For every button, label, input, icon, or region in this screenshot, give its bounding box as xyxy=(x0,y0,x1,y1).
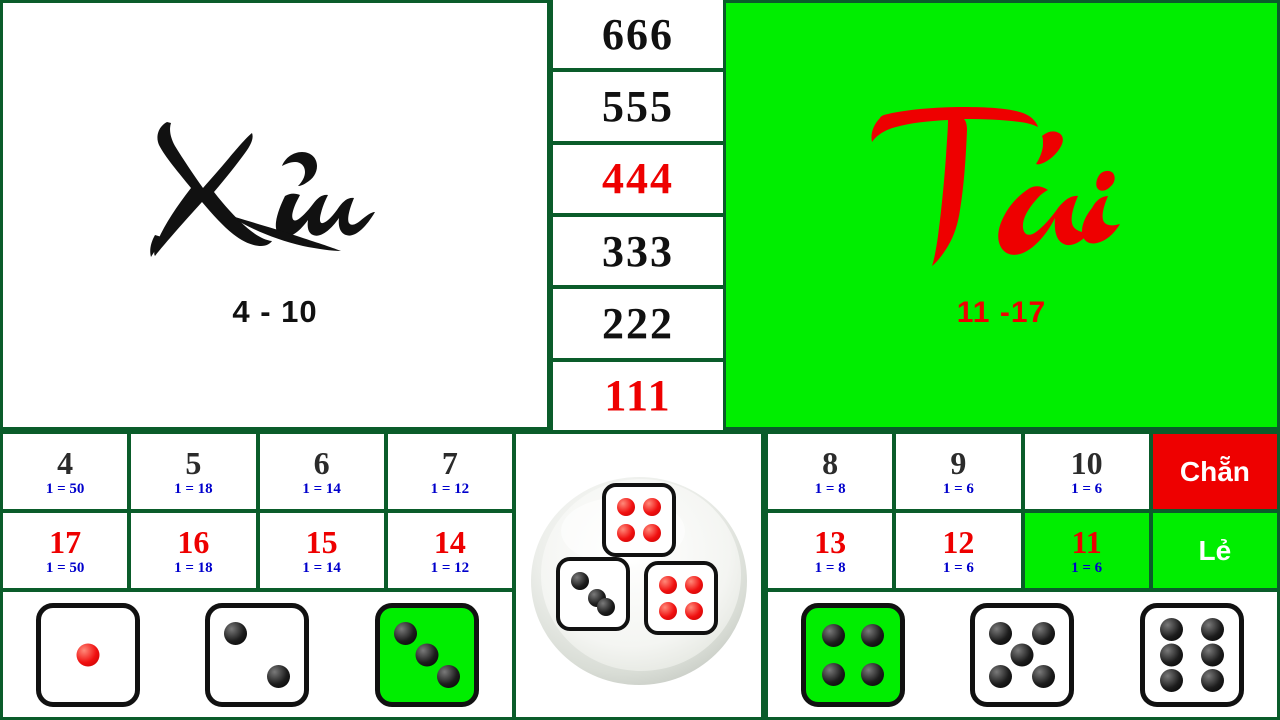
bet-number: 15 xyxy=(305,523,338,560)
bet-number: 5 xyxy=(185,444,202,481)
bet-number: 14 xyxy=(433,523,466,560)
triple-222[interactable]: 222 xyxy=(553,289,723,358)
bet-cell-even[interactable]: Chẵn xyxy=(1152,434,1277,509)
bet-odds: 1 = 50 xyxy=(45,480,85,497)
bet-odds: 1 = 8 xyxy=(814,559,846,576)
xiu-range-label: 4 - 10 xyxy=(232,294,318,329)
xiu-panel[interactable]: 4 - 10 xyxy=(3,3,547,427)
pip xyxy=(267,664,291,688)
bet-number: 6 xyxy=(313,444,330,481)
bet-cell-5[interactable]: 5 1 = 18 xyxy=(131,434,256,509)
bet-odds: 1 = 14 xyxy=(302,559,341,576)
bet-number: 13 xyxy=(814,523,847,560)
bet-cell-6[interactable]: 6 1 = 14 xyxy=(259,434,384,509)
bet-cell-13[interactable]: 13 1 = 8 xyxy=(768,513,893,588)
bet-number: 11 xyxy=(1071,523,1102,560)
dice-face-4[interactable] xyxy=(800,602,905,707)
bet-number: 16 xyxy=(177,523,210,560)
pip xyxy=(1201,617,1225,641)
bet-cell-7[interactable]: 7 1 = 12 xyxy=(387,434,512,509)
dice-face-2[interactable] xyxy=(205,602,310,707)
pip xyxy=(415,643,439,666)
bet-odds: 1 = 18 xyxy=(174,480,213,497)
dice-face-6[interactable] xyxy=(1140,602,1245,707)
bet-cell-8[interactable]: 8 1 = 8 xyxy=(768,434,893,509)
pip xyxy=(1160,617,1184,641)
bet-cell-10[interactable]: 10 1 = 6 xyxy=(1024,434,1149,509)
triples-column: 666 555 444 333 222 111 xyxy=(553,0,723,430)
bet-cell-12[interactable]: 12 1 = 6 xyxy=(896,513,1021,588)
bet-odds: 1 = 12 xyxy=(430,559,470,576)
bet-odds: 1 = 6 xyxy=(1071,480,1103,497)
pip xyxy=(394,621,418,645)
pip xyxy=(821,662,845,686)
bet-odds: 1 = 8 xyxy=(814,480,846,497)
pip xyxy=(1010,643,1034,666)
triple-444[interactable]: 444 xyxy=(553,144,723,213)
xiu-calligraphy-icon xyxy=(150,122,375,257)
dice-face-3[interactable] xyxy=(375,602,480,707)
pip xyxy=(989,621,1013,645)
pip xyxy=(860,623,884,647)
triple-333[interactable]: 333 xyxy=(553,216,723,286)
pip xyxy=(860,662,884,686)
bet-cell-15[interactable]: 15 1 = 14 xyxy=(259,513,384,588)
bet-number: 12 xyxy=(942,523,975,560)
pip xyxy=(1201,643,1225,666)
bet-number: 7 xyxy=(441,444,458,481)
pip xyxy=(989,664,1013,688)
bet-cell-17[interactable]: 17 1 = 50 xyxy=(3,513,128,588)
bet-cell-odd[interactable]: Lẻ xyxy=(1152,513,1277,588)
triple-111[interactable]: 111 xyxy=(553,361,723,430)
bet-odds: 1 = 50 xyxy=(45,559,85,576)
bet-group-left: 4 1 = 50 5 1 = 18 6 1 = 14 7 1 = 12 17 1… xyxy=(3,434,512,588)
pip xyxy=(1160,643,1184,666)
pip xyxy=(224,621,248,645)
pip xyxy=(76,643,100,666)
bet-odds: 1 = 6 xyxy=(1071,559,1103,576)
bet-number: 10 xyxy=(1070,444,1103,481)
bet-cell-9[interactable]: 9 1 = 6 xyxy=(896,434,1021,509)
dice-face-5[interactable] xyxy=(970,602,1075,707)
tai-panel[interactable]: 11 -17 xyxy=(726,3,1277,427)
tai-range-label: 11 -17 xyxy=(956,296,1047,329)
pip xyxy=(1201,668,1225,692)
bet-cell-4[interactable]: 4 1 = 50 xyxy=(3,434,128,509)
dice-row-right xyxy=(768,592,1277,717)
bet-cell-16[interactable]: 16 1 = 18 xyxy=(131,513,256,588)
dice-face-1[interactable] xyxy=(35,602,140,707)
pip xyxy=(437,664,461,688)
bet-odds: 1 = 12 xyxy=(430,480,470,497)
bet-number: 9 xyxy=(950,444,967,481)
dice-bowl-panel[interactable] xyxy=(516,434,761,717)
dice-bowl xyxy=(528,465,750,687)
bet-odds: 1 = 6 xyxy=(942,480,974,497)
pip xyxy=(1032,621,1056,645)
bet-odds: 1 = 6 xyxy=(942,559,974,576)
bowl-die-3 xyxy=(643,560,718,635)
pip xyxy=(1160,668,1184,692)
bowl-die-2 xyxy=(555,556,630,631)
bet-group-right: 8 1 = 8 9 1 = 6 10 1 = 6 Chẵn 13 1 = 8 1… xyxy=(768,434,1277,588)
pip xyxy=(821,623,845,647)
triple-555[interactable]: 555 xyxy=(553,72,723,141)
bet-odds: 1 = 14 xyxy=(302,480,341,497)
pip xyxy=(1032,664,1056,688)
bet-number: 8 xyxy=(822,444,839,481)
sicbo-board: 4 - 10 666 555 444 333 222 111 11 -17 4 … xyxy=(0,0,1280,720)
bet-number: 17 xyxy=(49,523,82,560)
tai-calligraphy-icon xyxy=(870,107,1120,266)
triple-666[interactable]: 666 xyxy=(553,0,723,69)
dice-row-left xyxy=(3,592,512,717)
top-section: 4 - 10 666 555 444 333 222 111 11 -17 xyxy=(0,0,1280,430)
bet-odds: 1 = 18 xyxy=(174,559,213,576)
bet-cell-14[interactable]: 14 1 = 12 xyxy=(387,513,512,588)
bet-number: 4 xyxy=(57,444,74,481)
bet-cell-11[interactable]: 11 1 = 6 xyxy=(1024,513,1149,588)
bowl-die-1 xyxy=(601,482,676,557)
